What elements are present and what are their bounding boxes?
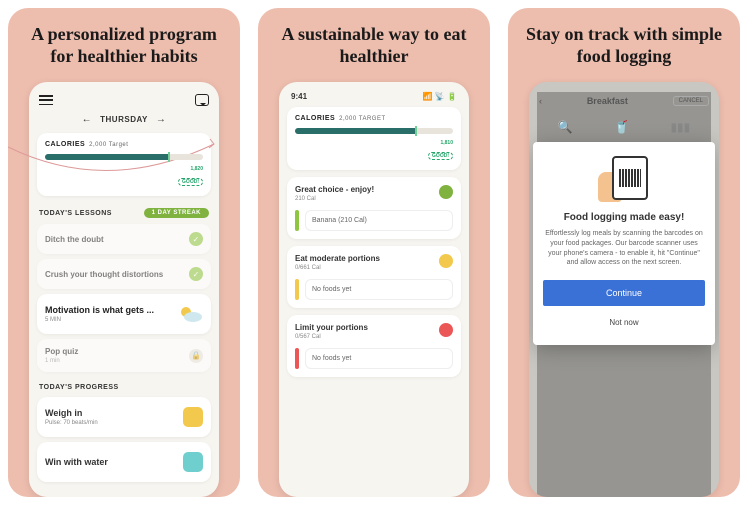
weigh-icon: [183, 407, 203, 427]
headline: Stay on track with simple food logging: [520, 22, 728, 68]
lock-icon: 🔒: [189, 349, 203, 363]
status-icons: 📶 📡 🔋: [423, 92, 457, 101]
lesson-item[interactable]: Pop quiz1 min🔒: [37, 339, 211, 372]
not-now-button[interactable]: Not now: [543, 314, 705, 331]
food-category-card[interactable]: Limit your portions0/567 Cal No foods ye…: [287, 315, 461, 377]
progress-item[interactable]: Weigh inPulse: 70 beats/min: [37, 397, 211, 437]
modal-body: Effortlessly log meals by scanning the b…: [543, 229, 705, 268]
lesson-item[interactable]: Motivation is what gets ...5 MIN: [37, 294, 211, 334]
promo-panel-1: A personalized program for healthier hab…: [8, 8, 240, 497]
barcode-modal: Food logging made easy! Effortlessly log…: [533, 142, 715, 345]
phone-mock-2: 9:41📶 📡 🔋 CALORIES2,000 TARGET 1,810 GOO…: [279, 82, 469, 497]
check-icon: ✓: [189, 267, 203, 281]
next-day-icon[interactable]: →: [156, 114, 167, 125]
promo-panel-3: Stay on track with simple food logging ‹…: [508, 8, 740, 497]
barcode-illustration: [594, 156, 654, 204]
cancel-button[interactable]: CANCEL: [673, 96, 709, 106]
chat-icon[interactable]: [195, 94, 209, 106]
phone-mock-3: ‹ Breakfast CANCEL 🔍 🥤 ▮▮▮ Food logging …: [529, 82, 719, 497]
search-icon[interactable]: 🔍: [558, 120, 573, 134]
day-navigator: ← THURSDAY →: [37, 114, 211, 125]
lesson-item[interactable]: Crush your thought distortions✓: [37, 259, 211, 289]
barcode-icon[interactable]: ▮▮▮: [670, 120, 690, 134]
prev-day-icon[interactable]: ←: [82, 114, 93, 125]
lesson-item[interactable]: Ditch the doubt✓: [37, 224, 211, 254]
continue-button[interactable]: Continue: [543, 280, 705, 306]
menu-icon[interactable]: [39, 95, 53, 105]
calories-card: CALORIES2,000 Target 1,820 GOOD!: [37, 133, 211, 196]
check-icon: ✓: [189, 232, 203, 246]
category-dot-icon: [439, 323, 453, 337]
modal-title: Food logging made easy!: [543, 212, 705, 223]
water-icon: [183, 452, 203, 472]
streak-badge: 1 DAY STREAK: [144, 208, 209, 218]
category-dot-icon: [439, 254, 453, 268]
calories-card: CALORIES2,000 TARGET 1,810 GOOD!: [287, 107, 461, 170]
weather-icon: [177, 304, 203, 324]
category-dot-icon: [439, 185, 453, 199]
progress-item[interactable]: Win with water: [37, 442, 211, 482]
headline: A sustainable way to eat healthier: [270, 22, 478, 68]
cup-icon[interactable]: 🥤: [614, 120, 629, 134]
promo-panel-2: A sustainable way to eat healthier 9:41📶…: [258, 8, 490, 497]
phone-mock-1: ← THURSDAY → CALORIES2,000 Target 1,820 …: [29, 82, 219, 497]
food-category-card[interactable]: Eat moderate portions0/661 Cal No foods …: [287, 246, 461, 308]
food-category-card[interactable]: Great choice - enjoy!210 Cal Banana (210…: [287, 177, 461, 239]
current-day: THURSDAY: [100, 115, 148, 124]
back-icon[interactable]: ‹: [539, 96, 542, 106]
headline: A personalized program for healthier hab…: [20, 22, 228, 68]
page-title: Breakfast: [587, 96, 628, 106]
